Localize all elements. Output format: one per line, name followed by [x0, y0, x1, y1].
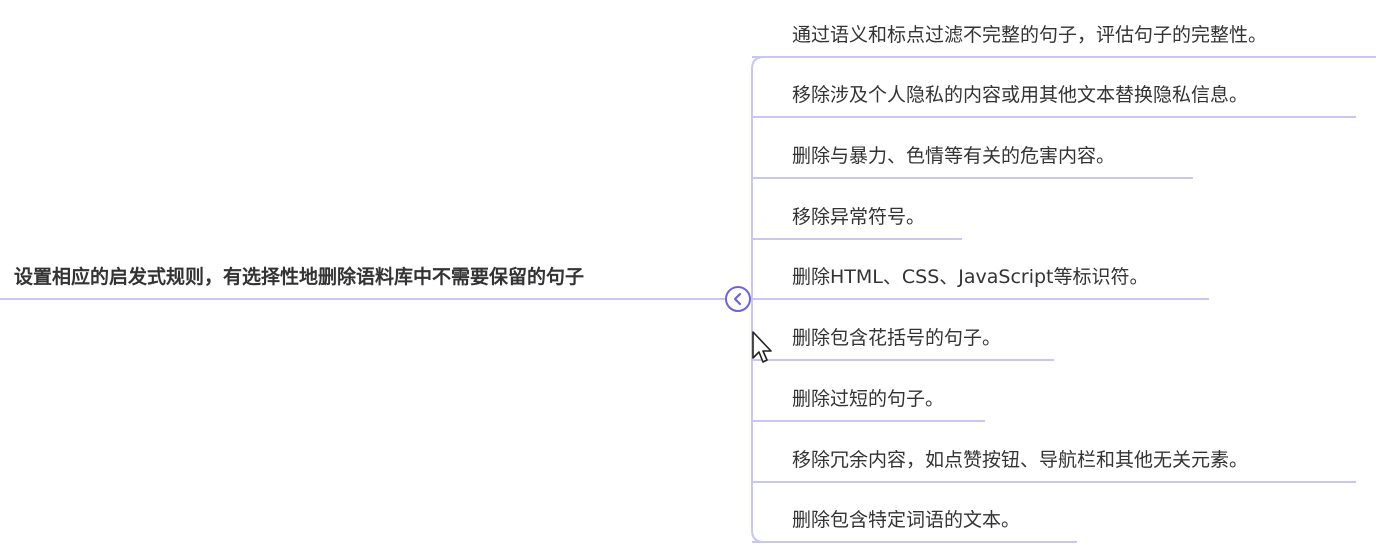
branch-topic-7[interactable]: 删除过短的句子。	[792, 384, 944, 411]
mouse-pointer-icon	[752, 331, 772, 363]
branch-topic-6[interactable]: 删除包含花括号的句子。	[792, 323, 1001, 350]
branch-topic-4[interactable]: 移除异常符号。	[792, 202, 925, 229]
branch-topic-5[interactable]: 删除HTML、CSS、JavaScript等标识符。	[792, 262, 1149, 289]
branch-topic-2[interactable]: 移除涉及个人隐私的内容或用其他文本替换隐私信息。	[792, 80, 1248, 107]
mind-map: 设置相应的启发式规则，有选择性地删除语料库中不需要保留的句子 通过语义和标点过滤…	[0, 0, 1382, 554]
branch-topic-1[interactable]: 通过语义和标点过滤不完整的句子，评估句子的完整性。	[792, 20, 1267, 47]
branch-topic-3[interactable]: 删除与暴力、色情等有关的危害内容。	[792, 141, 1115, 168]
chevron-left-icon	[733, 292, 742, 306]
branch-topic-9[interactable]: 删除包含特定词语的文本。	[792, 505, 1020, 532]
branch-topic-8[interactable]: 移除冗余内容，如点赞按钮、导航栏和其他无关元素。	[792, 445, 1248, 472]
root-topic[interactable]: 设置相应的启发式规则，有选择性地删除语料库中不需要保留的句子	[14, 262, 584, 289]
collapse-button[interactable]	[725, 286, 751, 312]
